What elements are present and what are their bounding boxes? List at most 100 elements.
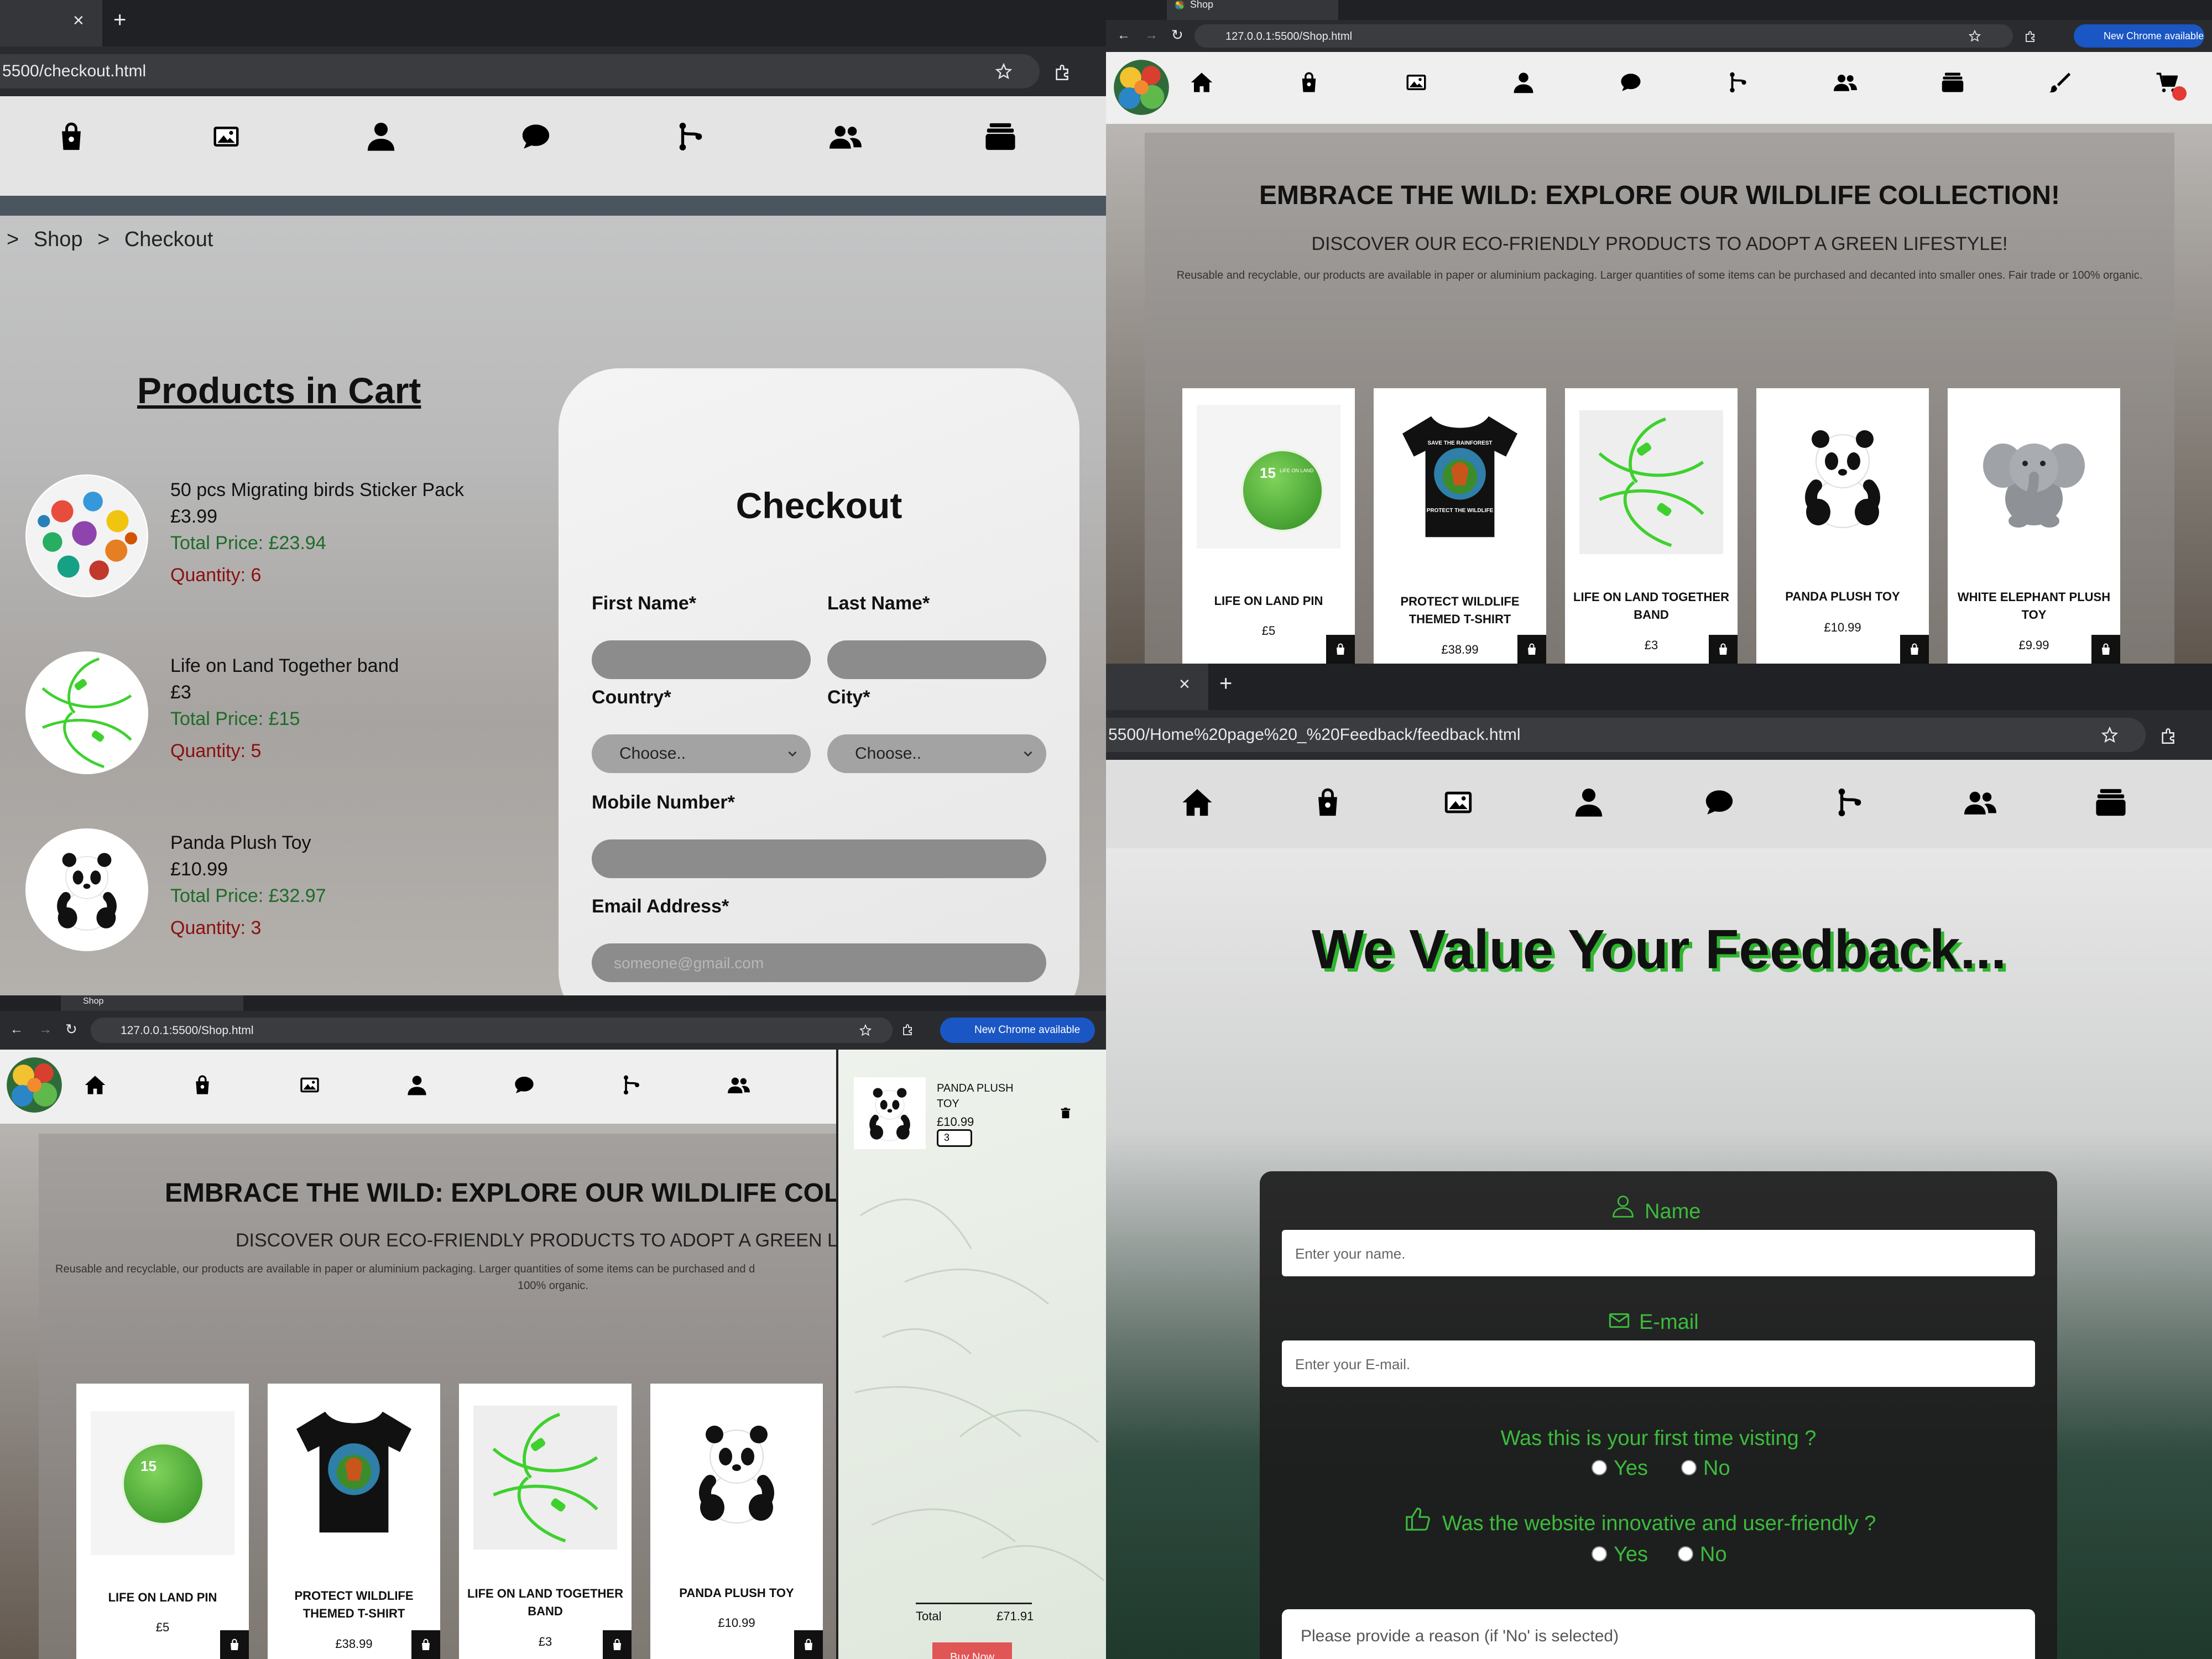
nav-community-icon[interactable] [1834, 71, 1857, 94]
active-tab[interactable]: Shop [1167, 0, 1338, 20]
bookmark-star-icon[interactable] [1969, 30, 1981, 42]
bookmark-star-icon[interactable] [995, 63, 1012, 80]
nav-branch-icon[interactable] [1834, 785, 1866, 820]
nav-gallery-icon[interactable] [1442, 786, 1474, 818]
nav-profile-icon[interactable] [1573, 785, 1605, 818]
forward-icon[interactable]: → [39, 1022, 52, 1037]
nav-archive-icon[interactable] [984, 121, 1016, 153]
nav-profile-icon[interactable] [406, 1074, 428, 1096]
extensions-icon[interactable] [2024, 30, 2037, 43]
product-card[interactable]: LIFE ON LAND TOGETHER BAND £3 [1565, 388, 1738, 664]
first-visit-yes-radio[interactable] [1592, 1460, 1607, 1475]
trash-icon[interactable] [1060, 1107, 1072, 1119]
product-card[interactable]: PANDA PLUSH TOY £10.99 [1756, 388, 1929, 664]
bookmark-star-icon[interactable] [2101, 727, 2118, 743]
back-icon[interactable]: ← [1117, 28, 1130, 43]
logo[interactable] [1113, 59, 1170, 116]
nav-chat-icon[interactable] [1619, 71, 1642, 94]
first-name-field[interactable] [592, 640, 811, 679]
nav-gallery-icon[interactable] [1405, 71, 1428, 94]
nav-shop-icon[interactable] [1297, 71, 1321, 94]
product-card[interactable]: PROTECT WILDLIFE THEMED T-SHIRT £38.99 [268, 1384, 440, 1659]
email-input[interactable]: Enter your E-mail. [1282, 1340, 2035, 1387]
logo[interactable] [6, 1056, 63, 1114]
innovation-no-radio[interactable] [1678, 1546, 1693, 1562]
product-card[interactable]: SAVE THE RAINFOREST PROTECT THE WILDLIFE… [1374, 388, 1546, 664]
nav-community-icon[interactable] [728, 1074, 750, 1096]
nav-shop-icon[interactable] [191, 1074, 213, 1096]
nav-gallery-icon[interactable] [210, 122, 242, 152]
bookmark-star-icon[interactable] [859, 1024, 872, 1036]
nav-design-icon[interactable] [2048, 71, 2072, 94]
nav-home-icon[interactable] [84, 1074, 106, 1096]
new-chrome-badge[interactable]: New Chrome available [940, 1018, 1095, 1043]
product-card[interactable]: 15 LIFE ON LAND LIFE ON LAND PIN £5 [1182, 388, 1355, 664]
extensions-icon[interactable] [2159, 727, 2178, 745]
url-field[interactable]: 5500/checkout.html [0, 54, 1040, 88]
nav-chat-icon[interactable] [1703, 786, 1735, 818]
new-tab-button[interactable]: + [1219, 671, 1232, 696]
breadcrumb-shop-link[interactable]: Shop [34, 228, 83, 251]
reload-icon[interactable]: ↻ [1171, 27, 1183, 44]
nav-archive-icon[interactable] [2095, 786, 2127, 818]
nav-chat-icon[interactable] [520, 121, 552, 153]
country-select[interactable]: Choose.. [592, 734, 811, 773]
extensions-icon[interactable] [901, 1023, 915, 1036]
add-to-cart-button[interactable] [220, 1630, 249, 1659]
forward-icon[interactable]: → [1145, 28, 1158, 43]
product-card[interactable]: WHITE ELEPHANT PLUSH TOY £9.99 [1948, 388, 2120, 664]
nav-community-icon[interactable] [1964, 786, 1996, 818]
tab-close-icon[interactable]: × [73, 10, 84, 32]
nav-branch-icon[interactable] [620, 1074, 643, 1096]
add-to-cart-button[interactable] [1517, 635, 1546, 664]
url-field[interactable]: 5500/Home%20page%20_%20Feedback/feedback… [1106, 718, 2146, 752]
last-name-field[interactable] [827, 640, 1046, 679]
name-input[interactable]: Enter your name. [1282, 1230, 2035, 1276]
nav-shop-icon[interactable] [1312, 786, 1344, 818]
active-tab[interactable] [0, 0, 102, 46]
nav-shop-icon[interactable] [55, 121, 87, 153]
nav-chat-icon[interactable] [513, 1074, 535, 1096]
innovation-yes-radio[interactable] [1592, 1546, 1607, 1562]
add-to-cart-button[interactable] [1709, 635, 1738, 664]
extensions-icon[interactable] [1053, 63, 1072, 82]
nav-home-icon[interactable] [1181, 786, 1213, 818]
url-field[interactable]: 127.0.0.1:5500/Shop.html [1194, 24, 2013, 48]
reason-textarea[interactable]: Please provide a reason (if 'No' is sele… [1282, 1609, 2035, 1659]
product-card[interactable]: PANDA PLUSH TOY £10.99 [650, 1384, 823, 1659]
add-to-cart-button[interactable] [1900, 635, 1929, 664]
nav-branch-icon[interactable] [1726, 71, 1750, 94]
nav-archive-icon[interactable] [1941, 71, 1964, 94]
nav-profile-icon[interactable] [1512, 71, 1535, 94]
tab-close-icon[interactable]: × [1179, 674, 1190, 695]
active-tab[interactable]: Shop [61, 995, 243, 1011]
product-name: LIFE ON LAND TOGETHER BAND [467, 1587, 623, 1618]
add-to-cart-button[interactable] [603, 1630, 632, 1659]
add-to-cart-button[interactable] [1326, 635, 1355, 664]
product-name: LIFE ON LAND TOGETHER BAND [1573, 590, 1729, 622]
nav-community-icon[interactable] [830, 121, 862, 153]
drawer-qty-stepper[interactable]: 3 [937, 1129, 972, 1147]
new-tab-button[interactable]: + [113, 8, 126, 33]
active-tab[interactable] [1106, 664, 1208, 710]
url-text: 127.0.0.1:5500/Shop.html [121, 1024, 254, 1037]
add-to-cart-button[interactable] [2091, 635, 2120, 664]
add-to-cart-button[interactable] [411, 1630, 440, 1659]
nav-profile-icon[interactable] [365, 119, 397, 153]
buy-now-button[interactable]: Buy Now [932, 1642, 1012, 1659]
product-card[interactable]: LIFE ON LAND TOGETHER BAND £3 [459, 1384, 632, 1659]
url-field[interactable]: 127.0.0.1:5500/Shop.html [91, 1018, 893, 1043]
mobile-field[interactable] [592, 839, 1046, 878]
add-to-cart-button[interactable] [794, 1630, 823, 1659]
nav-gallery-icon[interactable] [299, 1074, 321, 1096]
first-visit-no-radio[interactable] [1681, 1460, 1697, 1475]
nav-home-icon[interactable] [1190, 71, 1213, 94]
back-icon[interactable]: ← [10, 1022, 23, 1037]
product-card[interactable]: 15 LIFE ON LAND PIN £5 [76, 1384, 249, 1659]
email-field[interactable]: someone@gmail.com [592, 943, 1046, 982]
nav-branch-icon[interactable] [675, 119, 707, 154]
reload-icon[interactable]: ↻ [65, 1021, 77, 1038]
city-select[interactable]: Choose.. [827, 734, 1046, 773]
tshirt-image [296, 1411, 411, 1533]
new-chrome-badge[interactable]: New Chrome available [2074, 24, 2204, 48]
